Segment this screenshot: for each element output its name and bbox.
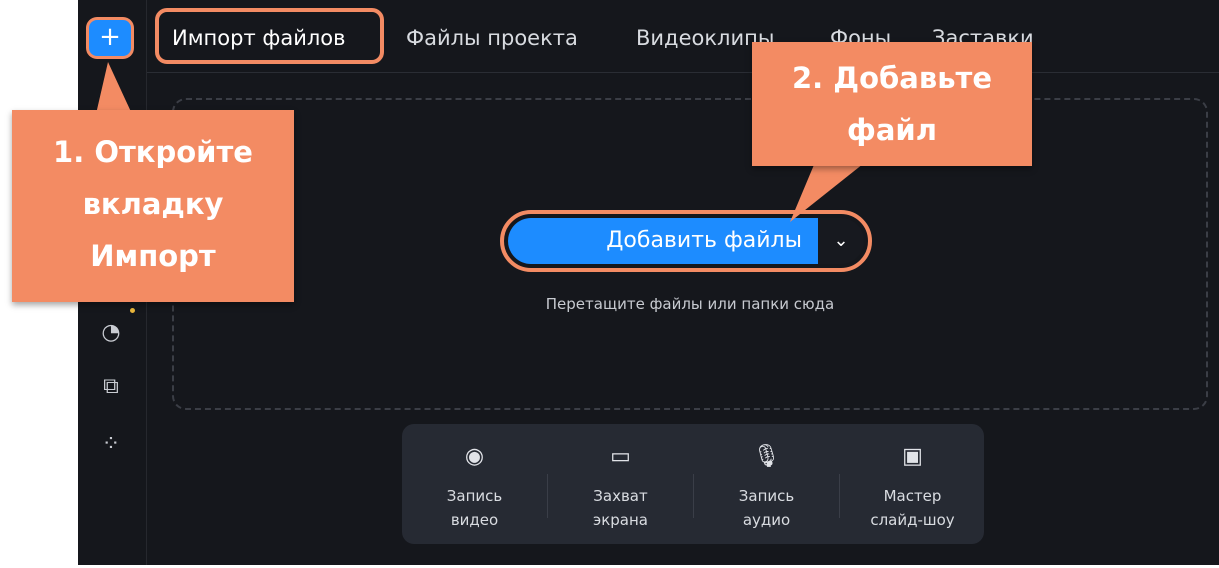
add-files-dropdown[interactable]: ⌄ [818,218,864,264]
chevron-down-icon: ⌄ [833,230,849,251]
callout-step1-line3: Импорт [90,239,216,273]
tool-label-line1: Мастер [883,487,942,505]
slideshow-icon: ▣ [902,444,923,469]
tool-label-line2: аудио [742,511,791,529]
callout-step2: 2. Добавьте файл [752,42,1032,166]
webcam-icon: ◉ [464,444,485,469]
capture-tools-panel: ◉ Запись видео ▭ Захват экрана 🎙 Запись ауд… [402,424,984,544]
tool-label-line1: Запись [446,487,503,505]
callout-step1-line2: вкладку [82,187,224,221]
slideshow-wizard-button[interactable]: ▣ Мастер слайд-шоу [840,424,985,544]
tool-label-line2: слайд-шоу [870,511,955,529]
notification-dot [130,308,135,313]
callout-step2-line2: файл [847,113,937,147]
more-apps-icon[interactable]: ⁘ [96,430,126,460]
tool-label-line2: экрана [592,511,648,529]
import-plus-button[interactable]: + [89,20,131,56]
sticker-icon[interactable]: ◔ [96,318,126,348]
tab-highlight-frame [155,8,384,64]
transitions-icon[interactable]: ⧉ [96,372,126,402]
callout-step1: 1. Откройте вкладку Импорт [12,110,294,302]
record-audio-button[interactable]: 🎙 Запись аудио [694,424,839,544]
tool-label-line1: Захват [593,487,648,505]
monitor-icon: ▭ [610,444,631,469]
screen-capture-button[interactable]: ▭ Захват экрана [548,424,693,544]
callout-step2-line1: 2. Добавьте [791,61,993,95]
add-files-button[interactable]: Добавить файлы [508,218,818,264]
callout-step1-line1: 1. Откройте [53,135,253,169]
record-video-button[interactable]: ◉ Запись видео [402,424,547,544]
tool-label-line1: Запись [738,487,795,505]
drop-hint: Перетащите файлы или папки сюда [545,295,835,313]
tool-label-line2: видео [450,511,499,529]
microphone-icon: 🎙 [752,444,781,469]
tab-project-files[interactable]: Файлы проекта [406,22,578,54]
